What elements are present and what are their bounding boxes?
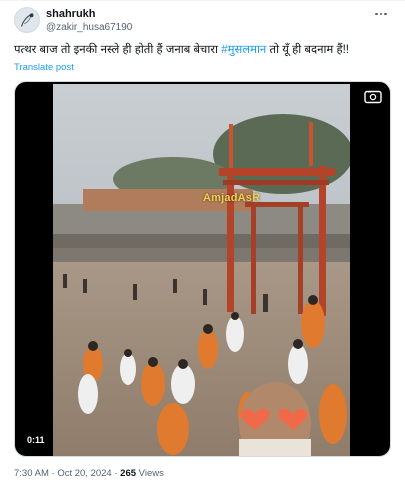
post-text-part-1: पत्थर बाज तो इनकी नस्ले ही होती हैं जनाब…	[14, 44, 222, 56]
avatar-image	[15, 8, 39, 32]
video-duration: 0:11	[23, 433, 49, 448]
video-player[interactable]: AmjadAsR 0:11	[14, 81, 391, 457]
post-time[interactable]: 7:30 AM	[14, 468, 49, 479]
post-text-part-2: तो यूँ ही बदनाम हैं!!	[266, 44, 349, 56]
views-count: 265	[120, 468, 137, 479]
video-frame[interactable]: AmjadAsR	[53, 84, 350, 456]
translate-post-link[interactable]: Translate post	[14, 62, 74, 74]
hashtag-link[interactable]: #मुसलमान	[221, 44, 266, 56]
user-handle[interactable]: @zakir_husa67190	[46, 21, 132, 34]
avatar[interactable]	[14, 7, 40, 33]
closed-captions-icon[interactable]	[364, 90, 382, 104]
post-meta: 7:30 AM · Oct 20, 2024 · 265 Views	[14, 468, 164, 480]
meta-separator-2: ·	[114, 468, 118, 479]
display-name[interactable]: shahrukh	[46, 8, 132, 21]
video-still	[53, 84, 350, 456]
more-options-icon[interactable]	[373, 7, 389, 21]
post-card[interactable]: shahrukh @zakir_husa67190 पत्थर बाज तो इ…	[0, 0, 405, 489]
video-watermark: AmjadAsR	[203, 192, 261, 204]
views-label: Views	[138, 468, 164, 479]
author-info[interactable]: shahrukh @zakir_husa67190	[46, 8, 132, 34]
post-text: पत्थर बाज तो इनकी नस्ले ही होती हैं जनाब…	[14, 43, 394, 58]
post-date[interactable]: Oct 20, 2024	[57, 468, 111, 479]
meta-separator: ·	[51, 468, 55, 479]
